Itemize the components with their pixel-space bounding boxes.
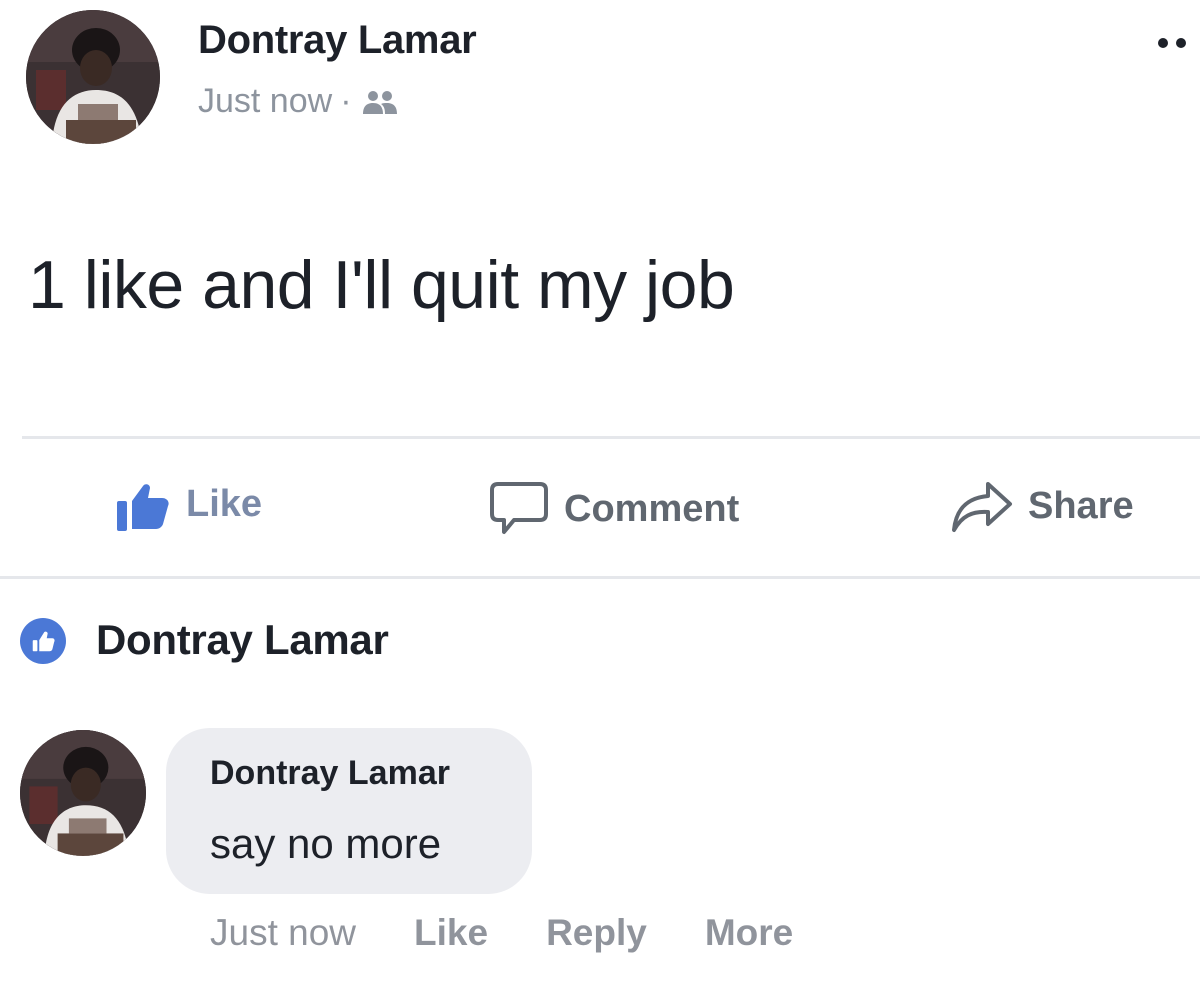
reaction-names[interactable]: Dontray Lamar (96, 616, 389, 664)
post-text: 1 like and I'll quit my job (28, 247, 735, 323)
share-button[interactable]: Share (950, 474, 1134, 538)
thumbs-up-icon (117, 484, 169, 531)
comment-reply-link[interactable]: Reply (546, 912, 647, 954)
share-label: Share (1028, 484, 1134, 527)
comment-more-link[interactable]: More (705, 912, 793, 954)
like-label: Like (186, 482, 263, 525)
comment-timestamp[interactable]: Just now (210, 912, 356, 954)
post-author-name[interactable]: Dontray Lamar (198, 18, 477, 63)
divider (0, 576, 1200, 579)
like-button[interactable]: Like (112, 474, 262, 534)
post-timestamp[interactable]: Just now (198, 82, 332, 121)
comment-like-link[interactable]: Like (414, 912, 488, 954)
comment-bubble (166, 728, 532, 894)
more-dots-icon[interactable] (1158, 38, 1186, 48)
share-icon (952, 482, 1012, 532)
post-meta: Just now · (198, 82, 399, 121)
comment-button[interactable]: Comment (488, 478, 739, 540)
divider (22, 436, 1200, 439)
friends-icon[interactable] (361, 87, 399, 117)
thumbs-up-icon[interactable] (20, 618, 66, 664)
comment-actions: Just now Like Reply More (210, 912, 793, 954)
comment-icon (490, 482, 548, 534)
author-avatar[interactable] (26, 10, 160, 144)
comment-text: say no more (210, 820, 442, 867)
meta-separator: · (340, 82, 352, 120)
comment-label: Comment (564, 487, 740, 530)
comment-author-name[interactable]: Dontray Lamar (210, 754, 450, 793)
commenter-avatar[interactable] (20, 730, 146, 856)
